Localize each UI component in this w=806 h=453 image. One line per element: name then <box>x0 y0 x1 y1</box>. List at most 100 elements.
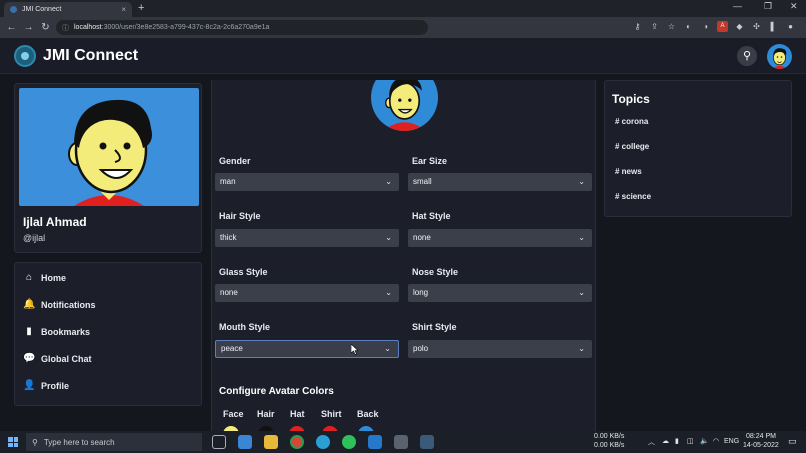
forward-icon[interactable]: → <box>20 22 37 33</box>
extension-icon[interactable]: ◐ <box>683 21 694 32</box>
cloud-icon[interactable]: ☁ <box>662 437 669 445</box>
wifi-icon[interactable]: ◠ <box>713 437 719 445</box>
battery-icon[interactable]: ▮ <box>675 437 679 445</box>
hat-style-label: Hat Style <box>412 211 451 221</box>
share-icon[interactable]: ⇪ <box>649 21 660 32</box>
hat-style-value: none <box>413 233 431 242</box>
taskbar-search-placeholder: Type here to search <box>43 437 115 447</box>
chevron-down-icon: ⌄ <box>385 177 392 186</box>
chevron-down-icon: ⌄ <box>578 288 585 297</box>
topic-link[interactable]: # college <box>615 142 649 151</box>
chevron-down-icon: ⌄ <box>578 233 585 242</box>
language-indicator[interactable]: ENG <box>724 438 739 445</box>
sidebar-item-bookmarks[interactable]: ▮ Bookmarks <box>23 326 90 337</box>
chevron-down-icon: ⌄ <box>578 177 585 186</box>
topic-link[interactable]: # news <box>615 167 642 176</box>
maximize-icon[interactable]: ❐ <box>764 1 772 12</box>
mouth-style-value: peace <box>221 344 243 353</box>
hair-color-label: Hair <box>257 409 275 419</box>
topic-link[interactable]: # corona <box>615 117 648 126</box>
topic-link[interactable]: # science <box>615 192 651 201</box>
browser-toolbar: ← → ↻ ⓘ localhost:3000/user/3e8e2583-a79… <box>0 17 806 38</box>
profile-handle: @ijlal <box>23 233 46 243</box>
whatsapp-icon[interactable] <box>342 435 356 449</box>
chevron-down-icon: ⌄ <box>385 288 392 297</box>
clock-date[interactable]: 14-05-2022 <box>743 442 779 449</box>
sidebar-item-label: Global Chat <box>41 353 92 364</box>
clock-time[interactable]: 08:24 PM <box>746 433 776 440</box>
new-tab-button[interactable]: + <box>138 2 144 15</box>
net-upload: 0.00 KB/s <box>594 433 625 440</box>
key-icon[interactable]: ⚷ <box>632 21 643 32</box>
shirt-style-value: polo <box>413 344 429 353</box>
glass-style-label: Glass Style <box>219 267 268 277</box>
volume-icon[interactable]: 🔈 <box>700 437 709 445</box>
avatar-editor: Gender man ⌄ Ear Size small ⌄ Hair Style… <box>211 80 596 431</box>
avatar-face-icon <box>68 99 152 206</box>
favicon-icon <box>10 6 17 13</box>
close-window-icon[interactable]: ✕ <box>790 1 798 12</box>
profile-icon[interactable]: ● <box>785 21 796 32</box>
sidebar-icon[interactable]: ▌ <box>768 21 779 32</box>
reload-icon[interactable]: ↻ <box>37 22 54 33</box>
app-title[interactable]: JMI Connect <box>43 47 138 65</box>
vscode-icon[interactable] <box>368 435 382 449</box>
nose-style-select[interactable]: long ⌄ <box>408 284 592 302</box>
topics-panel: Topics # corona # college # news # scien… <box>604 80 792 217</box>
back-icon[interactable]: ← <box>3 22 20 33</box>
sidebar-item-notifications[interactable]: 🔔 Notifications <box>23 299 96 310</box>
chevron-down-icon: ⌄ <box>384 344 391 353</box>
url-path: :3000/user/3e8e2583-a799-437c-8c2a-2c6a2… <box>101 24 270 31</box>
hair-style-select[interactable]: thick ⌄ <box>215 229 399 247</box>
network-icon[interactable]: ◫ <box>687 437 694 445</box>
glass-style-select[interactable]: none ⌄ <box>215 284 399 302</box>
sidebar-item-label: Home <box>41 272 67 283</box>
shirt-color-label: Shirt <box>321 409 342 419</box>
taskbar-search[interactable]: ⚲ Type here to search <box>26 433 202 451</box>
ear-size-value: small <box>413 177 432 186</box>
home-icon: ⌂ <box>25 272 33 283</box>
extension-icon[interactable]: ◆ <box>734 21 745 32</box>
terminal-icon[interactable] <box>420 435 434 449</box>
sidebar-item-home[interactable]: ⌂ Home <box>23 272 66 283</box>
hat-color-label: Hat <box>290 409 305 419</box>
windows-start-icon[interactable] <box>8 437 18 447</box>
toolbar-icons: ⚷ ⇪ ☆ ◐ ◑ A ◆ ✣ ▌ ● ⋮ <box>632 21 806 32</box>
task-view-icon[interactable] <box>212 435 226 449</box>
ear-size-select[interactable]: small ⌄ <box>408 173 592 191</box>
adblock-icon[interactable]: A <box>717 21 728 32</box>
mouth-style-select[interactable]: peace ⌄ <box>215 340 399 358</box>
extension-icon[interactable]: ◑ <box>700 21 711 32</box>
mouse-cursor-icon <box>351 344 359 355</box>
shirt-style-select[interactable]: polo ⌄ <box>408 340 592 358</box>
edge-icon[interactable] <box>316 435 330 449</box>
gender-select[interactable]: man ⌄ <box>215 173 399 191</box>
chevron-up-icon[interactable]: ︿ <box>648 437 655 447</box>
hat-style-select[interactable]: none ⌄ <box>408 229 592 247</box>
browser-tab[interactable]: JMI Connect × <box>4 2 132 17</box>
face-color-label: Face <box>223 409 244 419</box>
user-icon: 👤 <box>23 380 36 391</box>
file-explorer-icon[interactable] <box>264 435 278 449</box>
app-logo-icon[interactable] <box>14 45 36 67</box>
sidebar-item-profile[interactable]: 👤 Profile <box>23 380 69 391</box>
os-taskbar: ⚲ Type here to search 0.00 KB/s 0.00 KB/… <box>0 431 806 453</box>
search-icon[interactable]: ⚲ <box>737 46 757 66</box>
mail-icon[interactable] <box>238 435 252 449</box>
profile-avatar <box>19 88 199 206</box>
gender-label: Gender <box>219 156 251 166</box>
shirt-style-label: Shirt Style <box>412 322 457 332</box>
app-icon[interactable] <box>394 435 408 449</box>
search-icon: ⚲ <box>32 437 38 447</box>
tab-close-icon[interactable]: × <box>121 5 126 14</box>
avatar[interactable] <box>767 44 792 69</box>
minimize-icon[interactable]: — <box>733 1 742 11</box>
address-bar[interactable]: ⓘ localhost:3000/user/3e8e2583-a799-437c… <box>56 20 428 35</box>
star-icon[interactable]: ☆ <box>666 21 677 32</box>
notification-icon[interactable]: ▭ <box>788 436 797 447</box>
hair-style-value: thick <box>220 233 237 242</box>
puzzle-icon[interactable]: ✣ <box>751 21 762 32</box>
sidebar-item-global-chat[interactable]: 💬 Global Chat <box>23 353 92 364</box>
chrome-icon[interactable] <box>290 435 304 449</box>
menu-icon[interactable]: ⋮ <box>802 21 806 32</box>
